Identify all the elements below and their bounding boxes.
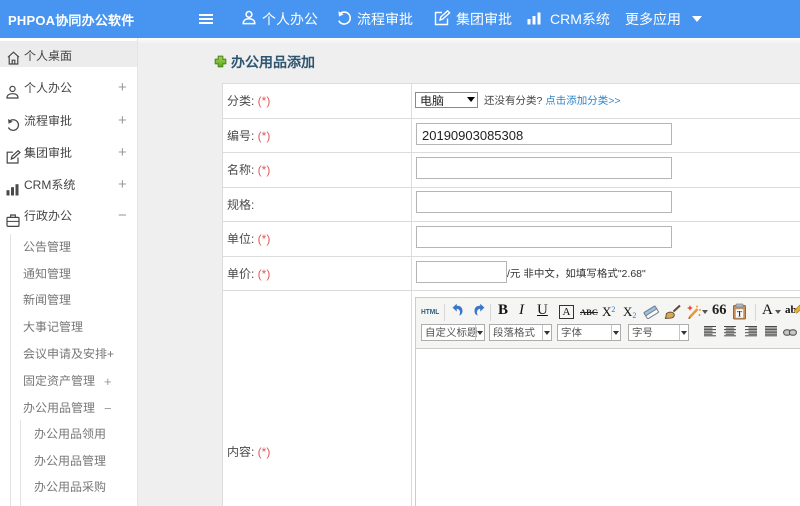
svg-text:T: T bbox=[737, 310, 743, 319]
